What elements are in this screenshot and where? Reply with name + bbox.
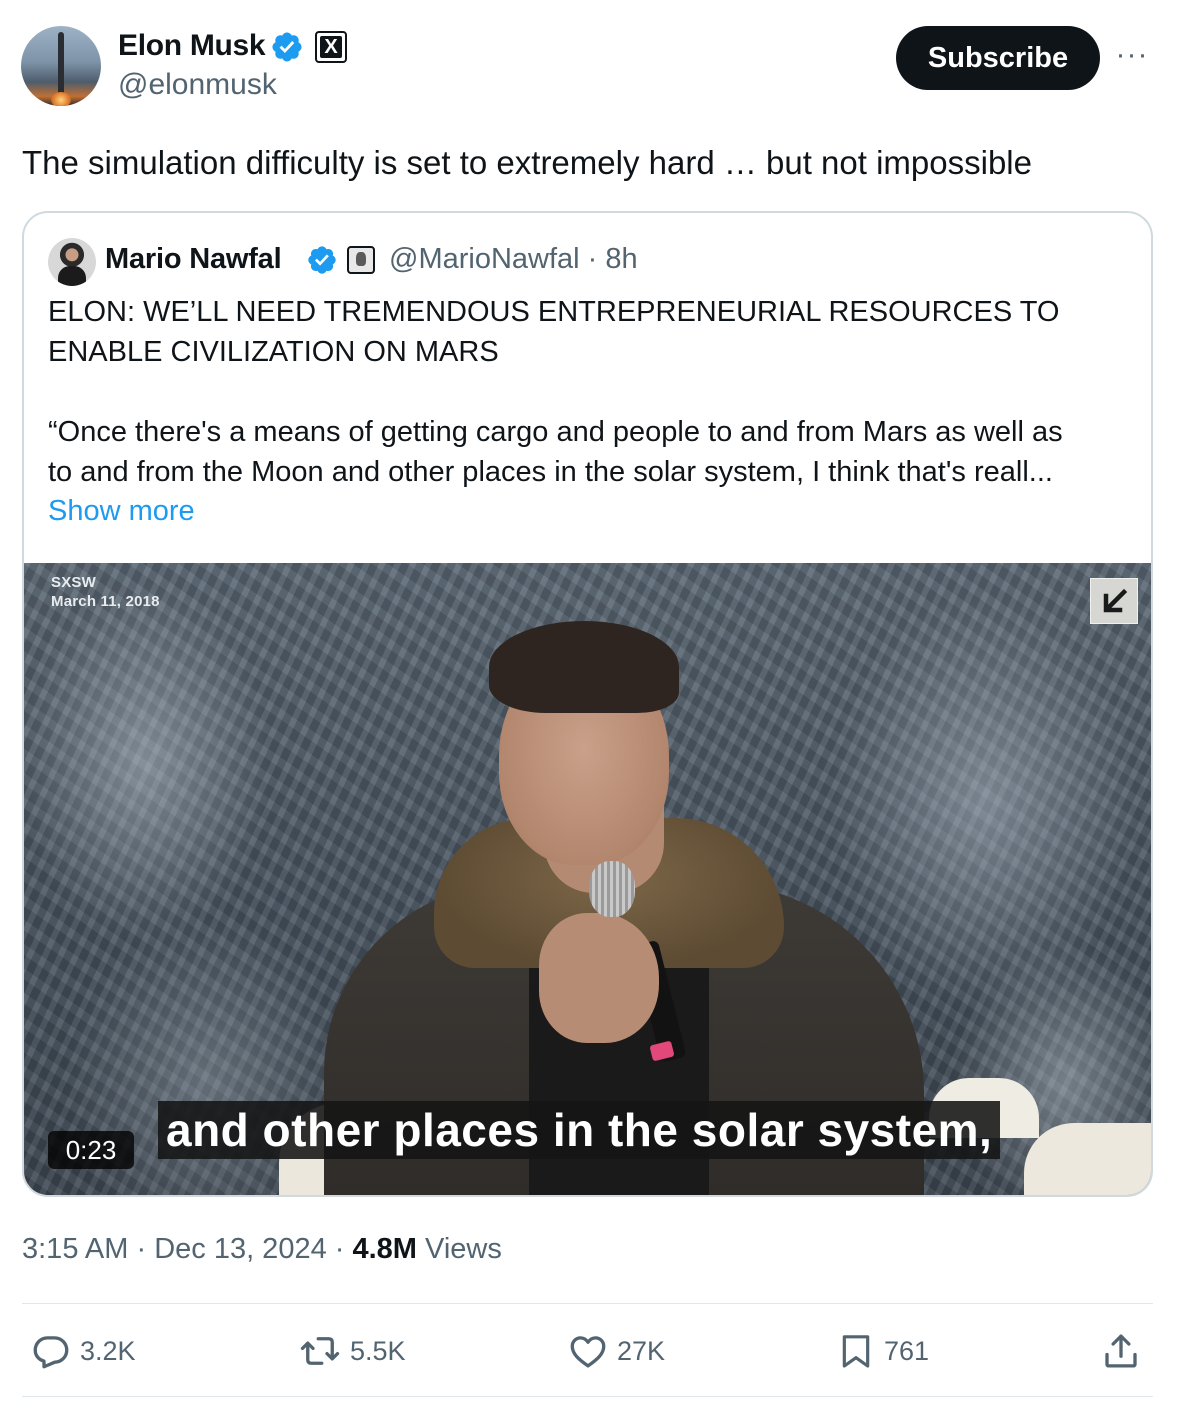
video-caption: and other places in the solar system, <box>158 1101 1001 1159</box>
tweet-text: The simulation difficulty is set to extr… <box>22 144 1032 181</box>
repost-count: 5.5K <box>350 1335 406 1366</box>
like-count: 27K <box>617 1335 666 1366</box>
video-player[interactable]: SXSW March 11, 2018 and other places in … <box>24 563 1151 1195</box>
like-icon <box>570 1336 606 1368</box>
quote-author-name[interactable]: Mario Nawfal <box>105 241 282 277</box>
reply-icon <box>33 1336 69 1369</box>
repost-button[interactable]: 5.5K <box>298 1330 406 1372</box>
bookmark-icon <box>842 1335 870 1368</box>
video-duration: 0:23 <box>48 1131 134 1169</box>
video-watermark: SXSW March 11, 2018 <box>51 574 160 610</box>
verified-badge-icon <box>272 32 302 62</box>
bookmark-count: 761 <box>884 1335 930 1366</box>
show-more-link[interactable]: Show more <box>48 491 195 531</box>
quote-text-line: to and from the Moon and other places in… <box>48 456 1053 488</box>
like-button[interactable]: 27K <box>567 1330 665 1372</box>
author-avatar[interactable] <box>21 26 101 106</box>
x-logo-icon: X <box>315 31 347 63</box>
quote-text-line: ELON: WE’LL NEED TREMENDOUS ENTREPRENEUR… <box>48 296 1060 328</box>
more-icon[interactable]: ··· <box>1114 40 1150 76</box>
divider <box>22 1396 1153 1397</box>
quoted-tweet[interactable]: Mario Nawfal @MarioNawfal · 8h ELON: WE’… <box>22 211 1153 1197</box>
reply-button[interactable]: 3.2K <box>30 1330 136 1372</box>
affiliate-badge-icon <box>347 246 375 274</box>
quote-text-line: “Once there's a means of getting cargo a… <box>48 416 1063 448</box>
tweet-timestamp[interactable]: 3:15 AM · Dec 13, 2024 · 4.8M Views <box>22 1231 502 1267</box>
repost-icon <box>300 1337 340 1365</box>
author-name[interactable]: Elon Musk <box>118 28 266 64</box>
quote-text: ELON: WE’LL NEED TREMENDOUS ENTREPRENEUR… <box>48 292 1138 492</box>
quote-handle-time[interactable]: @MarioNawfal · 8h <box>389 241 638 277</box>
bookmark-button[interactable]: 761 <box>836 1330 929 1372</box>
quote-text-line: ENABLE CIVILIZATION ON MARS <box>48 336 499 368</box>
reply-count: 3.2K <box>80 1335 136 1366</box>
quote-author-avatar[interactable] <box>48 238 96 286</box>
share-icon[interactable] <box>1100 1330 1142 1372</box>
divider <box>22 1303 1153 1304</box>
author-handle[interactable]: @elonmusk <box>118 67 277 103</box>
expand-icon[interactable] <box>1090 578 1138 624</box>
verified-badge-icon <box>308 246 336 274</box>
subscribe-button[interactable]: Subscribe <box>896 26 1100 90</box>
